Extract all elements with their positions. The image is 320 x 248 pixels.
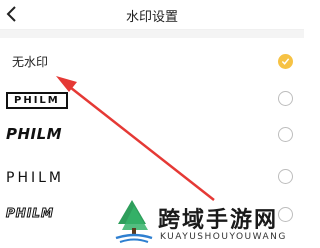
philm-logo-bold: PHILM (6, 125, 63, 143)
page-title: 水印设置 (125, 10, 178, 25)
radio-unselected[interactable] (278, 127, 293, 142)
section-separator (0, 30, 304, 38)
site-watermark: 跨域手游网 KUAYUSHOUYOUWANG (110, 196, 304, 248)
radio-unselected[interactable] (278, 91, 293, 106)
option-label: 无水印 (12, 55, 49, 69)
radio-selected[interactable] (278, 54, 293, 69)
option-no-watermark[interactable]: 无水印 (0, 44, 304, 80)
radio-unselected[interactable] (278, 169, 293, 184)
header-bar: 水印设置 (0, 0, 304, 30)
tree-logo-icon (115, 200, 153, 243)
watermark-title: 跨域手游网 (158, 208, 279, 233)
philm-logo-boxed: PHILM (6, 92, 68, 109)
check-icon (281, 58, 290, 65)
philm-logo-script: PHILM (6, 206, 54, 221)
watermark-subtitle: KUAYUSHOUYOUWANG (160, 232, 287, 242)
philm-logo-thin: PHILM (6, 170, 64, 186)
